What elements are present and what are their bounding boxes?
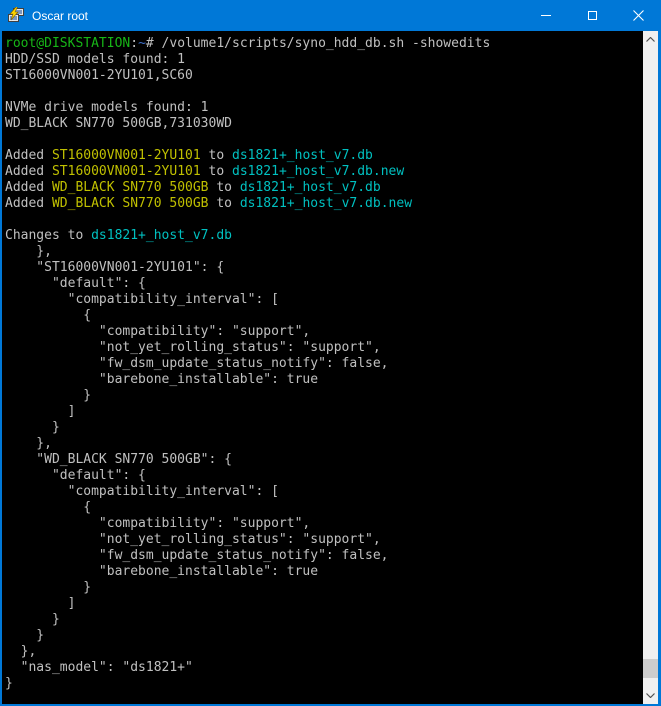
- terminal-line: }: [5, 628, 643, 644]
- terminal-line: }: [5, 612, 643, 628]
- terminal-line: "compatibility": "support",: [5, 324, 643, 340]
- scrollbar-thumb[interactable]: [643, 659, 658, 678]
- scroll-down-button[interactable]: [643, 687, 658, 704]
- terminal-line: Added WD_BLACK SN770 500GB to ds1821+_ho…: [5, 196, 643, 212]
- close-icon: [633, 10, 644, 21]
- terminal-line: "not_yet_rolling_status": "support",: [5, 532, 643, 548]
- terminal-line: },: [5, 644, 643, 660]
- scroll-up-button[interactable]: [643, 31, 658, 48]
- terminal-line: Added ST16000VN001-2YU101 to ds1821+_hos…: [5, 164, 643, 180]
- terminal-line: ST16000VN001-2YU101,SC60: [5, 68, 643, 84]
- terminal-line: root@DISKSTATION:~# /volume1/scripts/syn…: [5, 36, 643, 52]
- terminal-line: "WD_BLACK SN770 500GB": {: [5, 452, 643, 468]
- terminal-line: "nas_model": "ds1821+": [5, 660, 643, 676]
- window-controls: [523, 0, 661, 31]
- terminal-line: }: [5, 580, 643, 596]
- minimize-icon: [541, 15, 551, 16]
- terminal-line: Added ST16000VN001-2YU101 to ds1821+_hos…: [5, 148, 643, 164]
- window-title: Oscar root: [32, 9, 523, 23]
- terminal-line: "barebone_installable": true: [5, 564, 643, 580]
- terminal-line: WD_BLACK SN770 500GB,731030WD: [5, 116, 643, 132]
- terminal-line: "compatibility_interval": [: [5, 292, 643, 308]
- chevron-up-icon: [646, 37, 655, 42]
- maximize-button[interactable]: [569, 0, 615, 31]
- terminal-line: [5, 84, 643, 100]
- putty-window: Oscar root root@DISKSTATION:~# /volume1/…: [0, 0, 661, 706]
- terminal-line: ]: [5, 404, 643, 420]
- minimize-button[interactable]: [523, 0, 569, 31]
- terminal-output[interactable]: root@DISKSTATION:~# /volume1/scripts/syn…: [2, 31, 643, 704]
- terminal-line: [5, 132, 643, 148]
- terminal-line: [5, 212, 643, 228]
- terminal-line: "default": {: [5, 276, 643, 292]
- terminal-line: },: [5, 244, 643, 260]
- terminal-line: }: [5, 388, 643, 404]
- terminal-line: {: [5, 500, 643, 516]
- terminal-line: "ST16000VN001-2YU101": {: [5, 260, 643, 276]
- titlebar: Oscar root: [0, 0, 661, 31]
- terminal-line: "fw_dsm_update_status_notify": false,: [5, 548, 643, 564]
- terminal-line: Changes to ds1821+_host_v7.db: [5, 228, 643, 244]
- terminal-line: "barebone_installable": true: [5, 372, 643, 388]
- chevron-down-icon: [646, 693, 655, 698]
- terminal-line: NVMe drive models found: 1: [5, 100, 643, 116]
- terminal-line: },: [5, 436, 643, 452]
- putty-icon[interactable]: [7, 7, 25, 24]
- window-body: root@DISKSTATION:~# /volume1/scripts/syn…: [0, 31, 661, 706]
- terminal-line: "not_yet_rolling_status": "support",: [5, 340, 643, 356]
- terminal-line: }: [5, 420, 643, 436]
- terminal-line: {: [5, 308, 643, 324]
- terminal-line: }: [5, 676, 643, 692]
- terminal-line: ]: [5, 596, 643, 612]
- terminal-line: "compatibility_interval": [: [5, 484, 643, 500]
- terminal-line: "compatibility": "support",: [5, 516, 643, 532]
- terminal-line: "default": {: [5, 468, 643, 484]
- terminal-line: HDD/SSD models found: 1: [5, 52, 643, 68]
- close-button[interactable]: [615, 0, 661, 31]
- maximize-icon: [588, 11, 597, 20]
- scrollbar-track[interactable]: [643, 48, 658, 687]
- scrollbar[interactable]: [643, 31, 658, 704]
- terminal-line: Added WD_BLACK SN770 500GB to ds1821+_ho…: [5, 180, 643, 196]
- terminal-line: "fw_dsm_update_status_notify": false,: [5, 356, 643, 372]
